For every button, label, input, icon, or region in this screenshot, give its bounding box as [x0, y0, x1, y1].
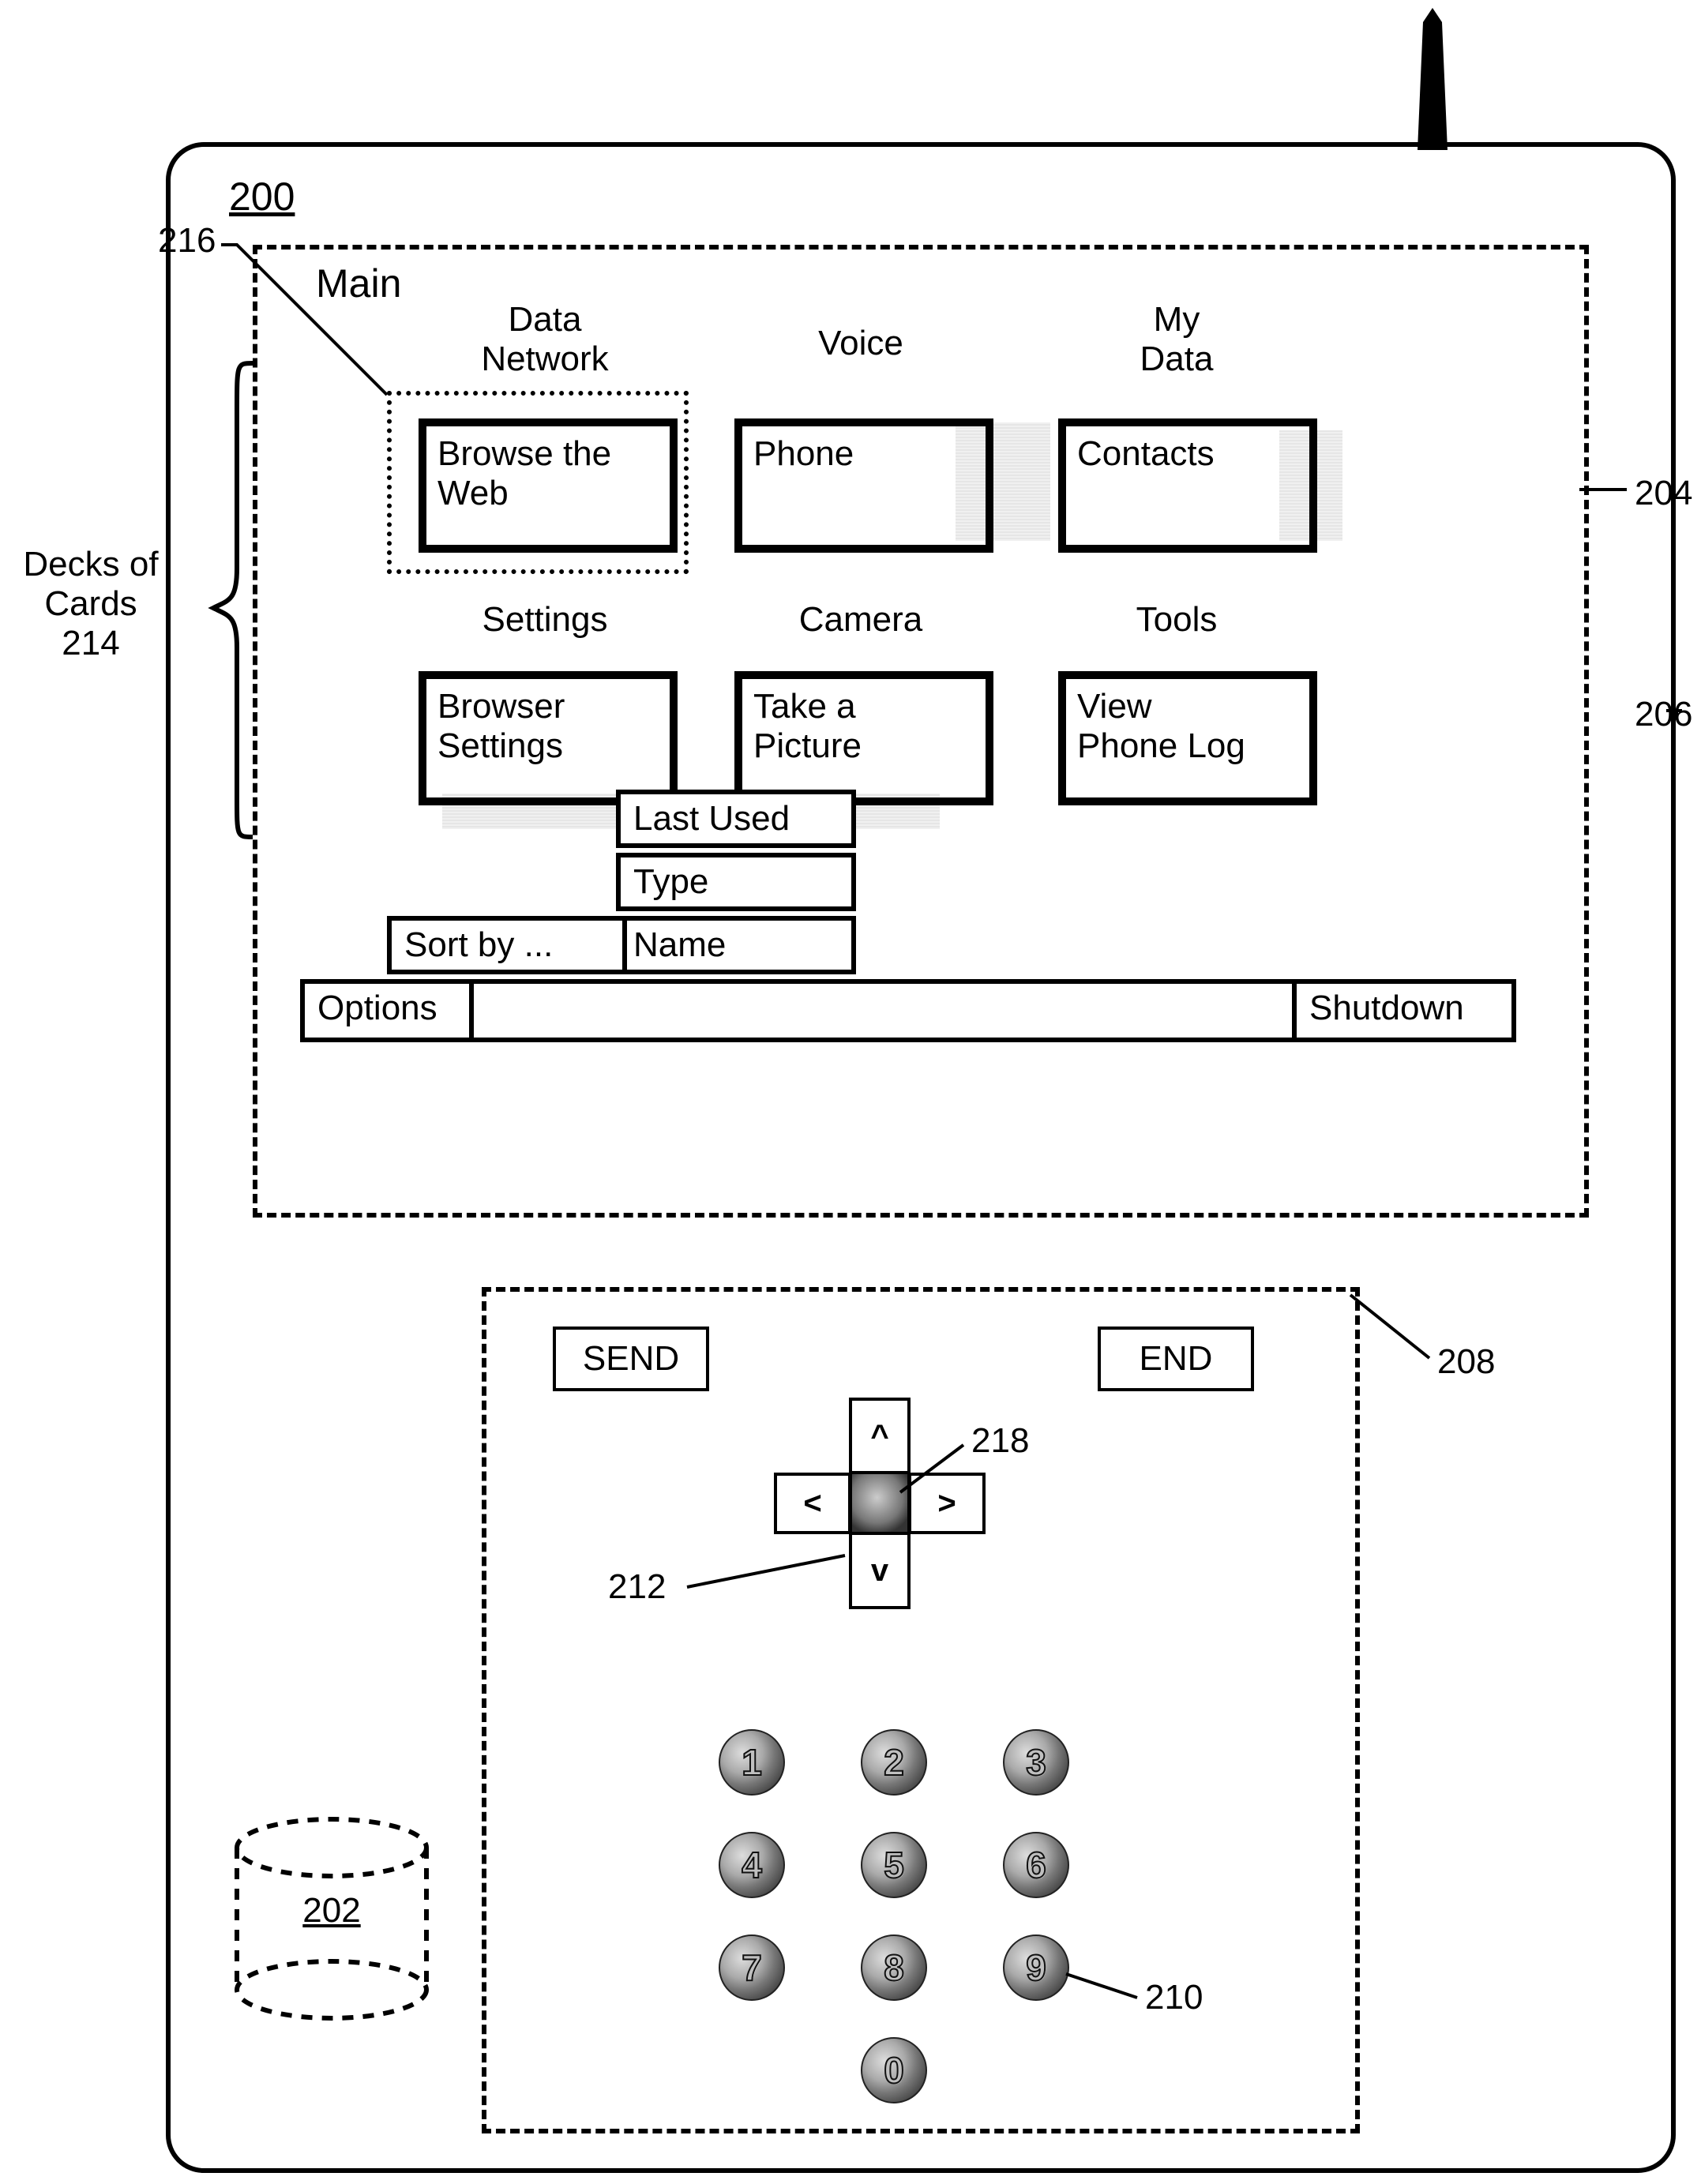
- ref-label-216: 216: [158, 221, 216, 261]
- ref-label-212: 212: [608, 1567, 666, 1607]
- ref-214-line2: Cards: [8, 584, 174, 624]
- ref-214-line3: 214: [8, 624, 174, 663]
- ref-label-214: Decks of Cards 214: [8, 545, 174, 663]
- ref-label-218: 218: [971, 1421, 1029, 1461]
- ref-label-210: 210: [1145, 1978, 1203, 2017]
- lead-lines-overlay: [0, 0, 1701, 2184]
- ref-label-206: 206: [1635, 695, 1692, 734]
- ref-label-208: 208: [1437, 1342, 1495, 1382]
- ref-214-line1: Decks of: [8, 545, 174, 584]
- ref-label-204: 204: [1635, 474, 1692, 513]
